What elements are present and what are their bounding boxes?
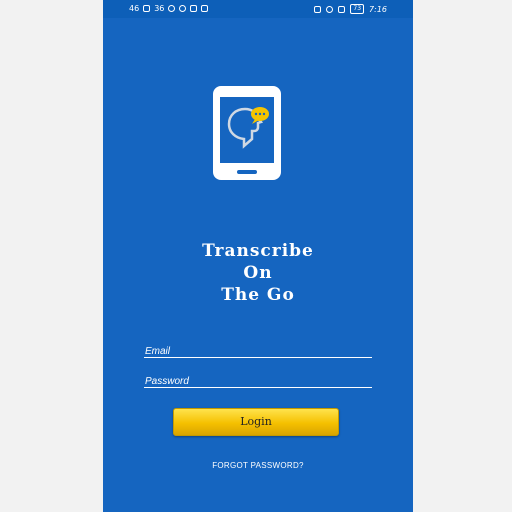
alarm-icon (326, 5, 334, 13)
title-line-1: Transcribe (202, 241, 314, 261)
email-field[interactable] (144, 343, 373, 360)
title-line-3: The Go (221, 285, 295, 305)
check-icon (201, 5, 209, 12)
bluetooth-icon (338, 5, 346, 13)
title-line-2: On (243, 263, 273, 283)
status-left: 46 36 (129, 4, 209, 13)
wifi-icon (168, 5, 176, 12)
forgot-password-link[interactable]: FORGOT PASSWORD? (103, 461, 413, 470)
battery-icon: 73 (350, 4, 365, 14)
password-field-container (144, 369, 373, 390)
network-type-label-2: 36 (154, 4, 165, 13)
login-button[interactable]: Login (173, 408, 339, 436)
notification-icon (179, 5, 187, 12)
app-screen: 46 36 73 7:16 Transcribe On The Go Email… (103, 0, 413, 512)
gallery-icon (190, 5, 198, 12)
app-title: Transcribe On The Go (103, 240, 413, 306)
password-field[interactable] (144, 373, 373, 390)
clock: 7:16 (369, 4, 387, 14)
status-bar: 46 36 73 7:16 (103, 0, 413, 18)
status-right: 73 7:16 (314, 4, 387, 14)
email-field-container (144, 339, 373, 360)
network-type-label: 46 (129, 4, 140, 13)
signal-icon (143, 5, 151, 12)
phone-chat-logo-icon (213, 86, 281, 180)
vibrate-icon (314, 5, 322, 13)
